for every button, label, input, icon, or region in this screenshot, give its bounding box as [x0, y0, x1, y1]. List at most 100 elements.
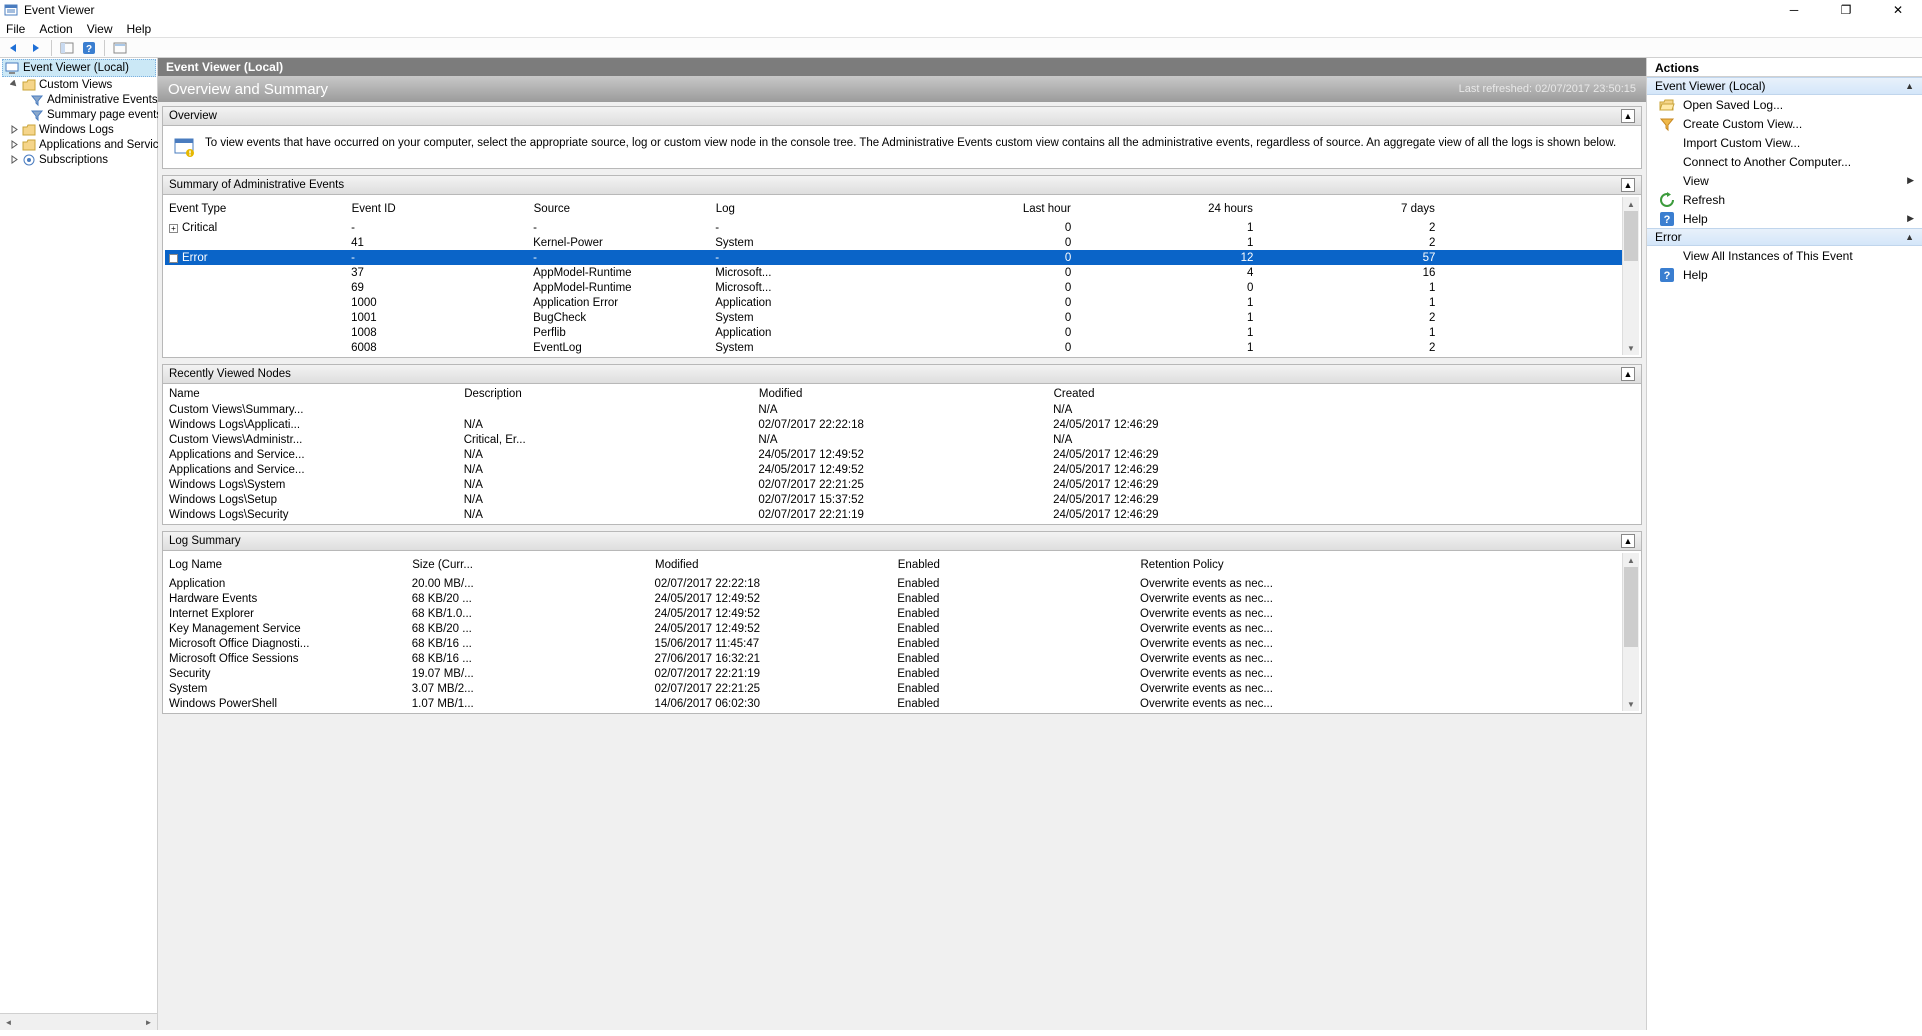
- section1-collapse[interactable]: ▲: [1905, 81, 1914, 91]
- action-item[interactable]: Refresh: [1647, 190, 1922, 209]
- action-label: Connect to Another Computer...: [1683, 155, 1851, 169]
- summary-scrollbar[interactable]: ▲ ▼: [1622, 197, 1639, 355]
- back-button[interactable]: [4, 39, 24, 57]
- logsummary-heading: Log Summary: [169, 535, 241, 547]
- action-label: Open Saved Log...: [1683, 98, 1783, 112]
- col-header[interactable]: Last hour: [893, 197, 1075, 220]
- col-header[interactable]: Event Type: [165, 197, 347, 220]
- table-row[interactable]: Windows Logs\Applicati...N/A02/07/2017 2…: [165, 417, 1639, 432]
- logsummary-scrollbar[interactable]: ▲ ▼: [1622, 553, 1639, 711]
- properties-button[interactable]: [110, 39, 130, 57]
- tree-item[interactable]: Applications and Services Lo: [0, 137, 158, 152]
- help-button[interactable]: ?: [79, 39, 99, 57]
- close-button[interactable]: ✕: [1884, 3, 1912, 17]
- tree-label: Administrative Events: [47, 94, 158, 106]
- col-header[interactable]: Name: [165, 386, 460, 402]
- menu-action[interactable]: Action: [39, 22, 72, 36]
- col-header[interactable]: Created: [1049, 386, 1344, 402]
- action-item[interactable]: View All Instances of This Event: [1647, 246, 1922, 265]
- menu-help[interactable]: Help: [127, 22, 152, 36]
- table-row[interactable]: 1008PerflibApplication011: [165, 325, 1622, 340]
- table-row[interactable]: Hardware Events68 KB/20 ...24/05/2017 12…: [165, 591, 1622, 606]
- col-header[interactable]: Modified: [651, 553, 894, 576]
- section2-collapse[interactable]: ▲: [1905, 232, 1914, 242]
- menu-view[interactable]: View: [87, 22, 113, 36]
- action-item[interactable]: Open Saved Log...: [1647, 95, 1922, 114]
- table-row[interactable]: Custom Views\Administr...Critical, Er...…: [165, 432, 1639, 447]
- logsummary-collapse[interactable]: ▲: [1621, 534, 1635, 548]
- action-item[interactable]: Import Custom View...: [1647, 133, 1922, 152]
- summary-table[interactable]: Event TypeEvent IDSourceLogLast hour24 h…: [165, 197, 1622, 355]
- table-row[interactable]: Applications and Service...N/A24/05/2017…: [165, 447, 1639, 462]
- tree-item[interactable]: Subscriptions: [0, 152, 158, 167]
- actions-pane: Actions Event Viewer (Local) ▲ Open Save…: [1647, 58, 1922, 1030]
- table-row[interactable]: Windows PowerShell1.07 MB/1...14/06/2017…: [165, 696, 1622, 711]
- action-item[interactable]: View▶: [1647, 171, 1922, 190]
- table-row[interactable]: −Error---01257: [165, 250, 1622, 265]
- logsummary-table[interactable]: Log NameSize (Curr...ModifiedEnabledRete…: [165, 553, 1622, 711]
- col-header[interactable]: 7 days: [1257, 197, 1439, 220]
- tree-item[interactable]: Summary page events: [0, 107, 158, 122]
- table-row[interactable]: Applications and Service...N/A24/05/2017…: [165, 462, 1639, 477]
- col-header[interactable]: Enabled: [893, 553, 1136, 576]
- action-item[interactable]: ?Help▶: [1647, 209, 1922, 228]
- table-row[interactable]: 41Kernel-PowerSystem012: [165, 235, 1622, 250]
- table-row[interactable]: Windows Logs\SecurityN/A02/07/2017 22:21…: [165, 507, 1639, 522]
- folder-icon: [22, 138, 36, 152]
- tree-toggle[interactable]: [10, 155, 19, 164]
- tree-item[interactable]: Administrative Events: [0, 92, 158, 107]
- tree-item[interactable]: Windows Logs: [0, 122, 158, 137]
- row-expander[interactable]: −: [169, 254, 178, 263]
- tree-toggle[interactable]: [10, 125, 19, 134]
- table-row[interactable]: Microsoft Office Diagnosti...68 KB/16 ..…: [165, 636, 1622, 651]
- maximize-button[interactable]: ❐: [1832, 3, 1860, 17]
- col-header[interactable]: Retention Policy: [1136, 553, 1379, 576]
- col-header[interactable]: Log: [711, 197, 893, 220]
- table-row[interactable]: Windows Logs\SystemN/A02/07/2017 22:21:2…: [165, 477, 1639, 492]
- col-header[interactable]: Description: [460, 386, 755, 402]
- action-item[interactable]: Connect to Another Computer...: [1647, 152, 1922, 171]
- table-row[interactable]: Application20.00 MB/...02/07/2017 22:22:…: [165, 576, 1622, 591]
- col-header[interactable]: Modified: [754, 386, 1049, 402]
- table-row[interactable]: Security19.07 MB/...02/07/2017 22:21:19E…: [165, 666, 1622, 681]
- action-item[interactable]: Create Custom View...: [1647, 114, 1922, 133]
- actions-section-2: Error ▲: [1647, 228, 1922, 246]
- table-row[interactable]: 69AppModel-RuntimeMicrosoft...001: [165, 280, 1622, 295]
- table-row[interactable]: Internet Explorer68 KB/1.0...24/05/2017 …: [165, 606, 1622, 621]
- recent-collapse[interactable]: ▲: [1621, 367, 1635, 381]
- summary-collapse[interactable]: ▲: [1621, 178, 1635, 192]
- filter-icon: [30, 108, 44, 122]
- table-row[interactable]: 1000Application ErrorApplication011: [165, 295, 1622, 310]
- action-item[interactable]: ?Help: [1647, 265, 1922, 284]
- show-tree-button[interactable]: [57, 39, 77, 57]
- table-row[interactable]: Microsoft Office Sessions68 KB/16 ...27/…: [165, 651, 1622, 666]
- table-row[interactable]: Key Management Service68 KB/20 ...24/05/…: [165, 621, 1622, 636]
- tree-item[interactable]: Custom Views: [0, 77, 158, 92]
- tree-root[interactable]: Event Viewer (Local): [2, 59, 156, 77]
- menu-file[interactable]: File: [6, 22, 25, 36]
- tree-toggle[interactable]: [10, 80, 19, 89]
- forward-button[interactable]: [26, 39, 46, 57]
- tree-toggle[interactable]: [10, 140, 19, 149]
- table-row[interactable]: 1001BugCheckSystem012: [165, 310, 1622, 325]
- col-header[interactable]: Source: [529, 197, 711, 220]
- minimize-button[interactable]: ─: [1780, 3, 1808, 17]
- overview-text: To view events that have occurred on you…: [205, 136, 1616, 158]
- recent-table[interactable]: NameDescriptionModifiedCreatedCustom Vie…: [165, 386, 1639, 522]
- help-icon: ?: [1659, 267, 1675, 283]
- tree-hscroll[interactable]: ◄►: [0, 1013, 157, 1030]
- table-row[interactable]: Windows Logs\SetupN/A02/07/2017 15:37:52…: [165, 492, 1639, 507]
- table-row[interactable]: Custom Views\Summary...N/AN/A: [165, 402, 1639, 417]
- table-row[interactable]: 6008EventLogSystem012: [165, 340, 1622, 355]
- table-row[interactable]: +Critical---012: [165, 220, 1622, 235]
- tree-label: Applications and Services Lo: [39, 139, 158, 151]
- table-row[interactable]: System3.07 MB/2...02/07/2017 22:21:25Ena…: [165, 681, 1622, 696]
- col-header[interactable]: Log Name: [165, 553, 408, 576]
- overview-collapse[interactable]: ▲: [1621, 109, 1635, 123]
- col-header[interactable]: Size (Curr...: [408, 553, 651, 576]
- recent-heading: Recently Viewed Nodes: [169, 368, 291, 380]
- row-expander[interactable]: +: [169, 224, 178, 233]
- col-header[interactable]: 24 hours: [1075, 197, 1257, 220]
- col-header[interactable]: Event ID: [347, 197, 529, 220]
- table-row[interactable]: 37AppModel-RuntimeMicrosoft...0416: [165, 265, 1622, 280]
